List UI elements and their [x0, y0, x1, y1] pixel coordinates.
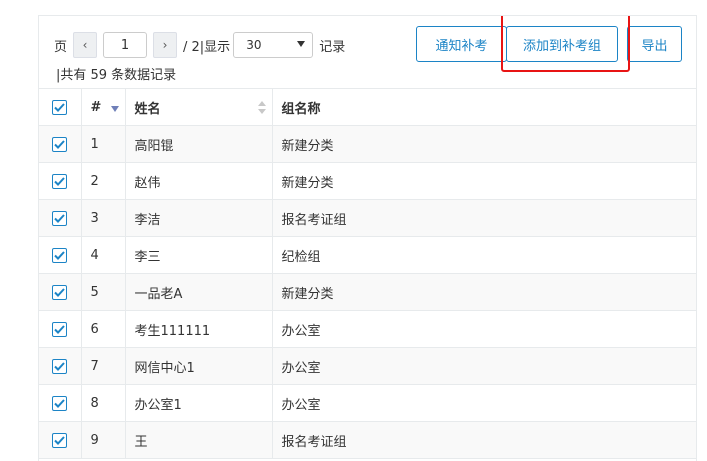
row-select-cell [39, 421, 82, 459]
table-row[interactable]: 7 网信中心1 办公室 [39, 347, 696, 385]
page-label: 页 [54, 39, 68, 55]
pagination-bar: 页 ‹ › / 2|显示 30 记录 [54, 30, 345, 60]
caret-down-icon [297, 41, 306, 47]
check-icon [54, 324, 65, 334]
page-size-value: 30 [246, 38, 262, 52]
page-size-select[interactable]: 30 [233, 32, 314, 58]
row-checkbox[interactable] [52, 358, 67, 374]
table-row[interactable]: 4 李三 纪检组 [39, 236, 696, 274]
row-select-cell [39, 199, 82, 237]
row-group: 报名考证组 [272, 199, 696, 237]
row-index: 5 [81, 273, 126, 311]
row-checkbox[interactable] [52, 395, 67, 411]
check-icon [54, 398, 65, 408]
check-icon [54, 250, 65, 260]
check-icon [54, 435, 65, 445]
column-header-group-label: 组名称 [281, 101, 321, 117]
student-list-panel: 页 ‹ › / 2|显示 30 记录 |共有 59 条数据记录 通知补考 添加到… [38, 15, 697, 461]
row-group: 办公室 [272, 347, 696, 385]
column-header-name-label: 姓名 [134, 101, 161, 117]
column-header-group: 组名称 [272, 88, 696, 126]
next-page-button[interactable]: › [153, 32, 178, 58]
row-name: 李洁 [125, 199, 273, 237]
row-index: 4 [81, 236, 126, 274]
row-select-cell [39, 310, 82, 348]
total-pages-text: / 2|显示 [183, 39, 231, 55]
table-row[interactable]: 2 赵伟 新建分类 [39, 162, 696, 200]
row-checkbox[interactable] [52, 173, 67, 189]
table-row[interactable]: 6 考生111111 办公室 [39, 310, 696, 348]
row-name: 考生111111 [125, 310, 273, 348]
check-icon [54, 102, 65, 112]
row-checkbox[interactable] [52, 284, 67, 300]
column-header-index-label: # [90, 99, 102, 115]
row-index: 9 [81, 421, 126, 459]
row-select-cell [39, 162, 82, 200]
sort-icon[interactable] [257, 101, 266, 115]
chevron-left-icon: ‹ [82, 38, 88, 52]
student-table: # 姓名 组名称 1 高阳锟 新建分类 2 赵伟 新建分类 3 李洁 报名考证组 4 李三 纪检组 5 一… [39, 88, 696, 459]
column-header-name[interactable]: 姓名 [125, 88, 273, 126]
row-index: 7 [81, 347, 126, 385]
row-name: 高阳锟 [125, 125, 273, 163]
row-group: 纪检组 [272, 236, 696, 274]
table-row[interactable]: 9 王报名考证组 [39, 421, 696, 459]
row-index: 1 [81, 125, 126, 163]
row-name: 王 [125, 421, 273, 459]
select-all-checkbox[interactable] [52, 99, 67, 115]
select-all-cell [39, 88, 82, 126]
row-checkbox[interactable] [52, 432, 67, 448]
row-select-cell [39, 236, 82, 274]
export-button[interactable]: 导出 [627, 26, 682, 62]
row-name: 办公室1 [125, 384, 273, 422]
current-page-input[interactable] [103, 32, 148, 58]
prev-page-button[interactable]: ‹ [73, 32, 98, 58]
table-row[interactable]: 8 办公室1 办公室 [39, 384, 696, 422]
row-group: 新建分类 [272, 273, 696, 311]
row-checkbox[interactable] [52, 136, 67, 152]
check-icon [54, 139, 65, 149]
row-group: 办公室 [272, 384, 696, 422]
row-name: 一品老A [125, 273, 273, 311]
sort-desc-icon[interactable] [110, 106, 119, 112]
row-name: 李三 [125, 236, 273, 274]
row-name: 赵伟 [125, 162, 273, 200]
notify-retake-button[interactable]: 通知补考 [416, 26, 507, 62]
row-checkbox[interactable] [52, 321, 67, 337]
table-row[interactable]: 3 李洁 报名考证组 [39, 199, 696, 237]
row-group: 办公室 [272, 310, 696, 348]
add-to-retake-group-button[interactable]: 添加到补考组 [506, 26, 618, 62]
row-index: 2 [81, 162, 126, 200]
chevron-right-icon: › [162, 38, 168, 52]
row-select-cell [39, 125, 82, 163]
check-icon [54, 213, 65, 223]
row-select-cell [39, 273, 82, 311]
table-row[interactable]: 5 一品老A 新建分类 [39, 273, 696, 311]
row-checkbox[interactable] [52, 247, 67, 263]
total-records-text: |共有 59 条数据记录 [56, 68, 177, 83]
row-index: 8 [81, 384, 126, 422]
check-icon [54, 287, 65, 297]
row-group: 新建分类 [272, 162, 696, 200]
row-checkbox[interactable] [52, 210, 67, 226]
row-select-cell [39, 384, 82, 422]
row-name: 网信中心1 [125, 347, 273, 385]
check-icon [54, 176, 65, 186]
table-header-row: # 姓名 组名称 [39, 88, 696, 126]
column-header-index[interactable]: # [81, 88, 126, 126]
row-index: 3 [81, 199, 126, 237]
check-icon [54, 361, 65, 371]
table-row[interactable]: 1 高阳锟 新建分类 [39, 125, 696, 163]
row-select-cell [39, 347, 82, 385]
records-label: 记录 [319, 39, 346, 55]
row-group: 报名考证组 [272, 421, 696, 459]
row-index: 6 [81, 310, 126, 348]
row-group: 新建分类 [272, 125, 696, 163]
